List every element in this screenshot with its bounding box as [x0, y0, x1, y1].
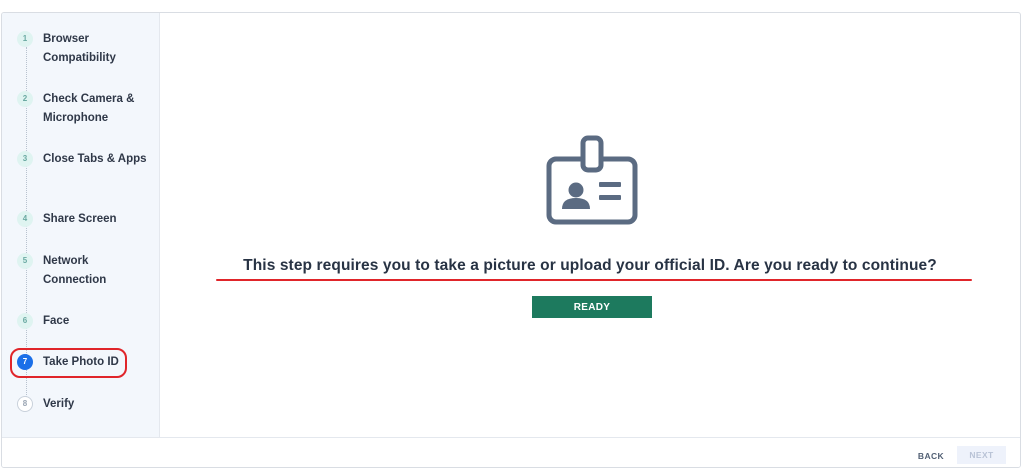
step-label: Close Tabs & Apps [43, 153, 147, 165]
step-number-badge: 8 [17, 396, 33, 412]
step-number-badge: 2 [17, 91, 33, 107]
prompt-annotation-underline [216, 279, 972, 281]
step-label: Browser Compatibility [43, 33, 116, 64]
step-number-badge: 4 [17, 211, 33, 227]
step-label: Network Connection [43, 255, 107, 286]
step-label: Check Camera & Microphone [43, 93, 135, 124]
step-number-badge: 3 [17, 151, 33, 167]
step-label: Share Screen [43, 213, 117, 225]
active-step-highlight [10, 348, 127, 378]
wizard-frame: 1 Browser Compatibility 2 Check Camera &… [1, 12, 1021, 468]
wizard-footer: BACK NEXT [2, 437, 1020, 467]
step-label: Face [43, 315, 70, 327]
id-capture-prompt: This step requires you to take a picture… [243, 257, 937, 274]
main-content: This step requires you to take a picture… [160, 13, 1020, 437]
next-button[interactable]: NEXT [957, 446, 1006, 464]
step-number-badge: 6 [17, 313, 33, 329]
step-number-badge: 1 [17, 31, 33, 47]
id-badge-icon [546, 135, 638, 225]
step-label: Verify [43, 398, 75, 410]
back-button[interactable]: BACK [908, 447, 954, 465]
steps-sidebar: 1 Browser Compatibility 2 Check Camera &… [2, 13, 160, 437]
step-number-badge: 5 [17, 253, 33, 269]
ready-button[interactable]: READY [532, 296, 652, 318]
